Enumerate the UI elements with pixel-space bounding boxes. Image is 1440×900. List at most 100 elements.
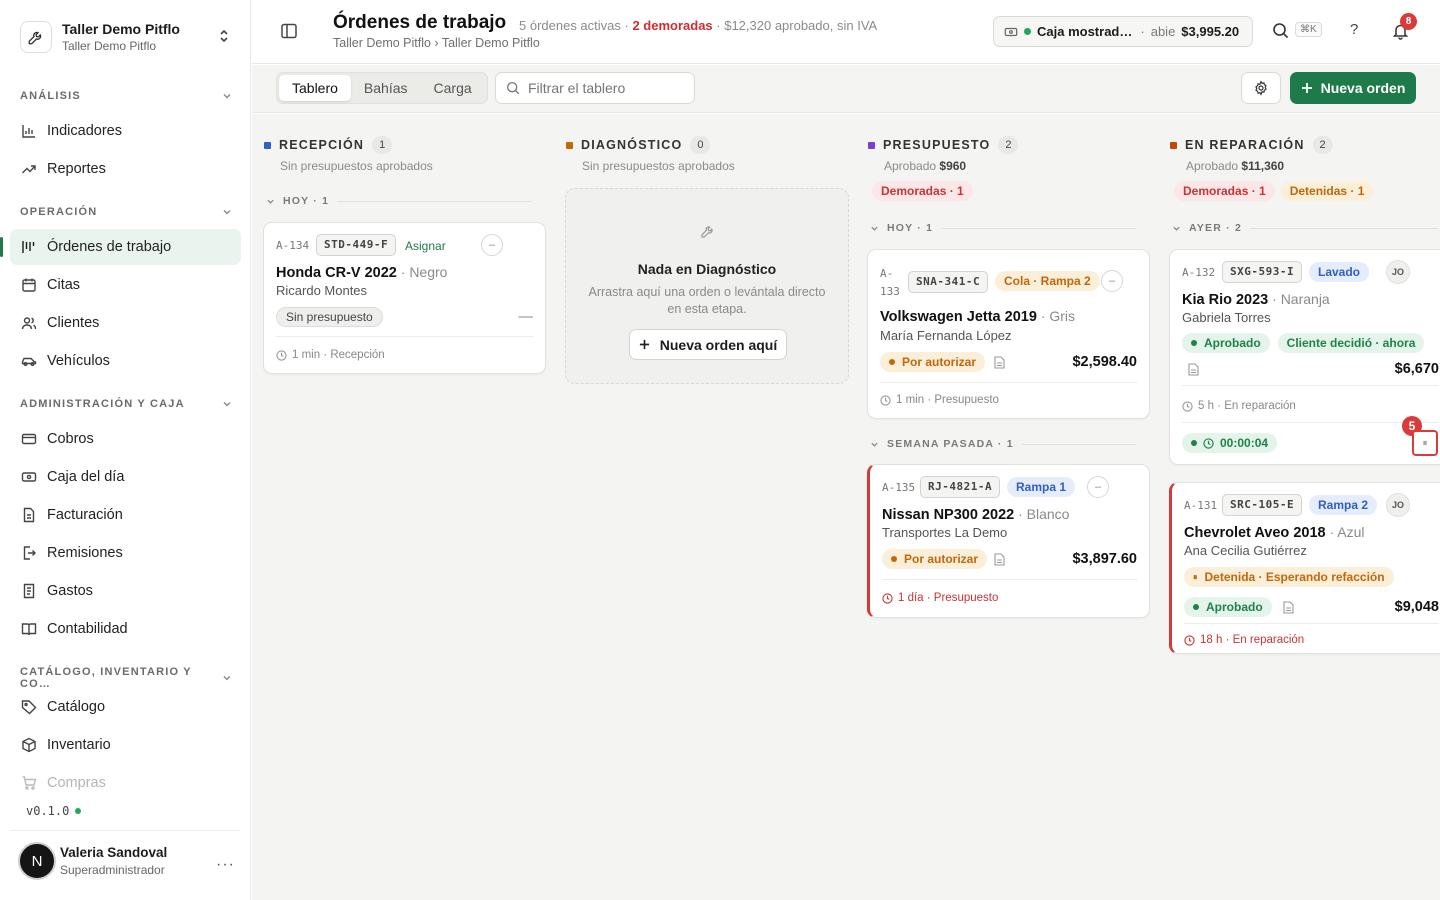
column-color-dot xyxy=(1170,141,1177,149)
group-divider xyxy=(1249,227,1438,229)
sidebar-item-contabilidad[interactable]: Contabilidad xyxy=(10,611,241,647)
vehicle-name: Nissan NP300 2022 · Blanco xyxy=(882,506,1069,523)
new-order-button[interactable]: Nueva orden xyxy=(1290,72,1416,104)
page-summary: 5 órdenes activas · 2 demoradas · $12,32… xyxy=(519,18,877,33)
new-order-here-button[interactable]: Nueva orden aquí xyxy=(629,329,787,360)
chevron-down-icon xyxy=(223,210,231,215)
pause-icon[interactable]: ⏸ xyxy=(1412,430,1438,456)
section-analisis[interactable]: ANÁLISIS xyxy=(20,90,232,102)
group-hoy[interactable]: HOY · 1 xyxy=(870,222,1136,234)
sidebar-item-reportes[interactable]: Reportes xyxy=(10,151,241,187)
time-in-stage: 1 min · Recepción xyxy=(292,349,385,361)
order-card-a131[interactable]: A-131 SRC-105-E Rampa 2 JO Chevrolet Ave… xyxy=(1169,482,1440,654)
card-menu-icon[interactable]: – xyxy=(1101,270,1123,292)
sidebar-item-citas[interactable]: Citas xyxy=(10,267,241,303)
sidebar-toggle-icon[interactable] xyxy=(280,22,298,40)
card-divider xyxy=(1184,623,1439,624)
held-filter-pill[interactable]: Detenidas · 1 xyxy=(1280,181,1374,201)
cash-register-button[interactable]: Caja mostrad… · abie $3,995.20 xyxy=(993,16,1253,47)
car-icon xyxy=(20,353,37,370)
sidebar-item-clientes[interactable]: Clientes xyxy=(10,305,241,341)
column-color-dot xyxy=(868,141,875,149)
sidebar-item-catalogo[interactable]: Catálogo xyxy=(10,689,241,725)
order-card-a134[interactable]: A-134 STD-449-F Asignar – Honda CR-V 202… xyxy=(263,222,546,374)
card-footer: 1 min · Presupuesto xyxy=(880,394,999,406)
sidebar-item-remisiones[interactable]: Remisiones xyxy=(10,535,241,571)
section-administracion[interactable]: ADMINISTRACIÓN Y CAJA xyxy=(20,398,232,410)
document-icon[interactable] xyxy=(1283,601,1294,614)
cash-register-icon xyxy=(20,469,37,486)
sidebar-item-cobros[interactable]: Cobros xyxy=(10,421,241,457)
cash-amount: $3,995.20 xyxy=(1181,24,1240,39)
assign-link[interactable]: Asignar xyxy=(405,239,446,253)
group-semana-pasada[interactable]: SEMANA PASADA · 1 xyxy=(870,438,1136,450)
cash-register-name: Caja mostrad… xyxy=(1037,24,1133,39)
empty-drop-zone[interactable]: Nada en Diagnóstico Arrastra aquí una or… xyxy=(565,188,849,384)
technician-avatar[interactable]: JO xyxy=(1386,493,1410,517)
group-divider xyxy=(1021,443,1136,445)
group-hoy[interactable]: HOY · 1 xyxy=(266,195,532,207)
order-amount: $2,598.40 xyxy=(1072,354,1137,370)
order-amount: $6,670 xyxy=(1394,361,1439,377)
tab-carga[interactable]: Carga xyxy=(421,75,485,101)
breadcrumb[interactable]: Taller Demo Pitflo › Taller Demo Pitflo xyxy=(333,36,540,50)
card-divider xyxy=(882,579,1137,580)
tab-bahias[interactable]: Bahías xyxy=(351,75,421,101)
filter-input[interactable] xyxy=(528,80,688,96)
card-divider xyxy=(880,382,1137,383)
chevron-down-icon xyxy=(223,676,231,681)
section-operacion[interactable]: OPERACIÓN xyxy=(20,206,232,218)
kanban-icon xyxy=(20,239,37,256)
status-badge: Aprobado xyxy=(1182,333,1270,353)
customer-name: María Fernanda López xyxy=(880,328,1012,343)
order-card-a133[interactable]: A- 133 SNA-341-C Cola · Rampa 2 – Volkswa… xyxy=(867,249,1150,419)
card-divider xyxy=(276,336,533,337)
chevron-down-icon xyxy=(267,199,274,204)
decision-badge: Cliente decidió · ahora xyxy=(1277,333,1425,353)
workspace-switcher[interactable]: Taller Demo Pitflo Taller Demo Pitflo xyxy=(10,10,242,64)
order-id: A- 133 xyxy=(880,265,900,301)
approved-label: Aprobado xyxy=(884,159,940,173)
group-ayer[interactable]: AYER · 2 xyxy=(1172,222,1438,234)
sidebar-item-ordenes[interactable]: Órdenes de trabajo xyxy=(0,229,241,265)
sidebar-item-inventario[interactable]: Inventario xyxy=(10,727,241,763)
approved-label: Aprobado xyxy=(1186,159,1242,173)
technician-avatar[interactable]: JO xyxy=(1386,260,1410,284)
sidebar-item-indicadores[interactable]: Indicadores xyxy=(10,113,241,149)
late-filter-pill[interactable]: Demoradas · 1 xyxy=(872,181,973,201)
order-card-a132[interactable]: A-132 SXG-593-I Lavado JO Kia Rio 2023 ·… xyxy=(1169,249,1440,465)
sidebar-item-label: Inventario xyxy=(47,737,111,753)
tab-tablero[interactable]: Tablero xyxy=(279,75,351,101)
user-menu[interactable]: N Valeria Sandoval Superadministrador xyxy=(18,842,167,880)
late-filter-pill[interactable]: Demoradas · 1 xyxy=(1174,181,1275,201)
vehicle-model: Nissan NP300 2022 xyxy=(882,507,1015,523)
sidebar-item-compras[interactable]: Compras xyxy=(10,765,241,801)
status-badge: Por autorizar xyxy=(882,549,988,569)
workspace-name: Taller Demo Pitflo xyxy=(62,21,180,37)
sidebar-item-gastos[interactable]: Gastos xyxy=(10,573,241,609)
column-count: 0 xyxy=(690,136,711,154)
document-icon[interactable] xyxy=(1188,363,1199,376)
sidebar-item-vehiculos[interactable]: Vehículos xyxy=(10,343,241,379)
sidebar-divider xyxy=(10,830,240,831)
more-options-icon[interactable]: ··· xyxy=(216,856,235,874)
work-timer: 00:00:04 xyxy=(1182,433,1278,453)
section-catalogo[interactable]: CATÁLOGO, INVENTARIO Y CO… xyxy=(20,666,232,690)
order-amount: $3,897.60 xyxy=(1072,551,1137,567)
summary-late[interactable]: 2 demoradas xyxy=(632,18,712,33)
sidebar-item-facturacion[interactable]: Facturación xyxy=(10,497,241,533)
license-plate: SXG-593-I xyxy=(1222,261,1303,283)
card-menu-icon[interactable]: – xyxy=(1087,476,1109,498)
document-icon[interactable] xyxy=(994,553,1005,566)
board-settings-button[interactable] xyxy=(1241,72,1281,104)
card-footer: 5 h · En reparación xyxy=(1182,400,1296,412)
sidebar-item-label: Contabilidad xyxy=(47,621,128,637)
card-menu-icon[interactable]: – xyxy=(481,234,503,256)
sidebar-item-caja[interactable]: Caja del día xyxy=(10,459,241,495)
customer-name: Ricardo Montes xyxy=(276,283,368,298)
search-icon[interactable] xyxy=(1272,22,1289,39)
document-icon[interactable] xyxy=(994,356,1005,369)
help-icon[interactable]: ? xyxy=(1350,21,1358,38)
customer-name: Ana Cecilia Gutiérrez xyxy=(1184,543,1307,558)
order-card-a135[interactable]: A-135 RJ-4821-A Rampa 1 – Nissan NP300 2… xyxy=(867,464,1150,618)
